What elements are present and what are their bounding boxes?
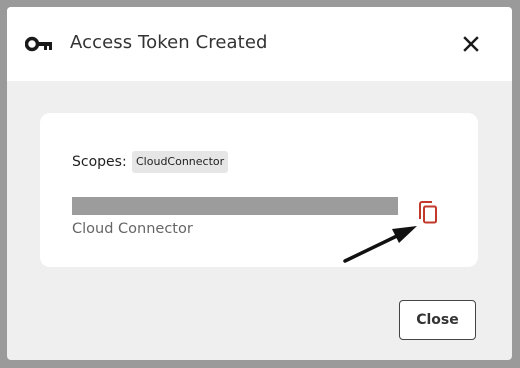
dialog-header: Access Token Created <box>7 7 512 81</box>
scopes-label: Scopes: <box>72 154 127 170</box>
key-icon <box>25 36 52 52</box>
scope-chip: CloudConnector <box>132 151 229 173</box>
token-value-redacted <box>72 197 398 215</box>
dialog-title: Access Token Created <box>70 32 268 53</box>
access-token-dialog: Access Token Created Scopes: CloudConnec… <box>7 7 512 360</box>
token-name: Cloud Connector <box>72 221 193 237</box>
token-card: Scopes: CloudConnector Cloud Connector <box>40 113 478 267</box>
close-button[interactable]: Close <box>399 300 476 340</box>
pointer-arrow <box>343 226 417 263</box>
close-icon[interactable] <box>460 33 482 55</box>
